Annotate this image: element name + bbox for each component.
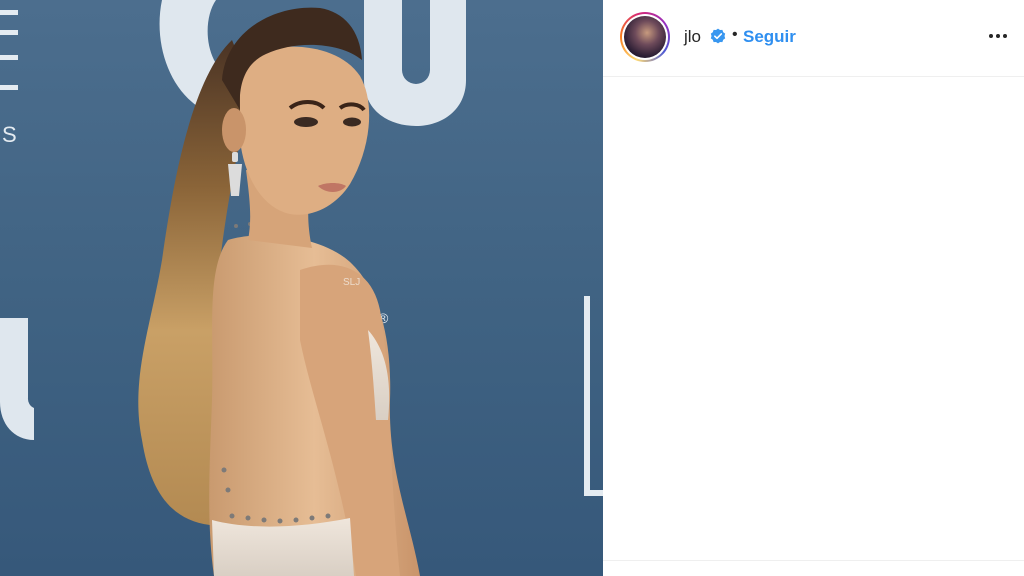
post-photo[interactable]: S ® SLJ xyxy=(0,0,603,576)
avatar xyxy=(624,16,666,58)
post-header: jlo • Seguir xyxy=(603,0,1024,77)
post-details-panel: jlo • Seguir xyxy=(603,0,1024,576)
panel-divider xyxy=(603,560,1024,561)
backdrop-partial-logo: ® xyxy=(364,296,603,496)
backdrop-side-text: S xyxy=(0,10,18,147)
face xyxy=(240,46,370,215)
more-options-icon[interactable] xyxy=(986,24,1010,48)
photo-illustration: S ® SLJ xyxy=(0,0,603,576)
dress xyxy=(212,518,354,576)
photo-watermark: SLJ xyxy=(343,277,360,288)
verified-badge-icon xyxy=(710,28,726,44)
avatar-story-ring[interactable] xyxy=(620,12,670,62)
separator-dot: • xyxy=(732,26,738,43)
follow-button[interactable]: Seguir xyxy=(743,27,796,47)
username-link[interactable]: jlo xyxy=(684,27,701,47)
svg-text:S: S xyxy=(2,122,17,147)
